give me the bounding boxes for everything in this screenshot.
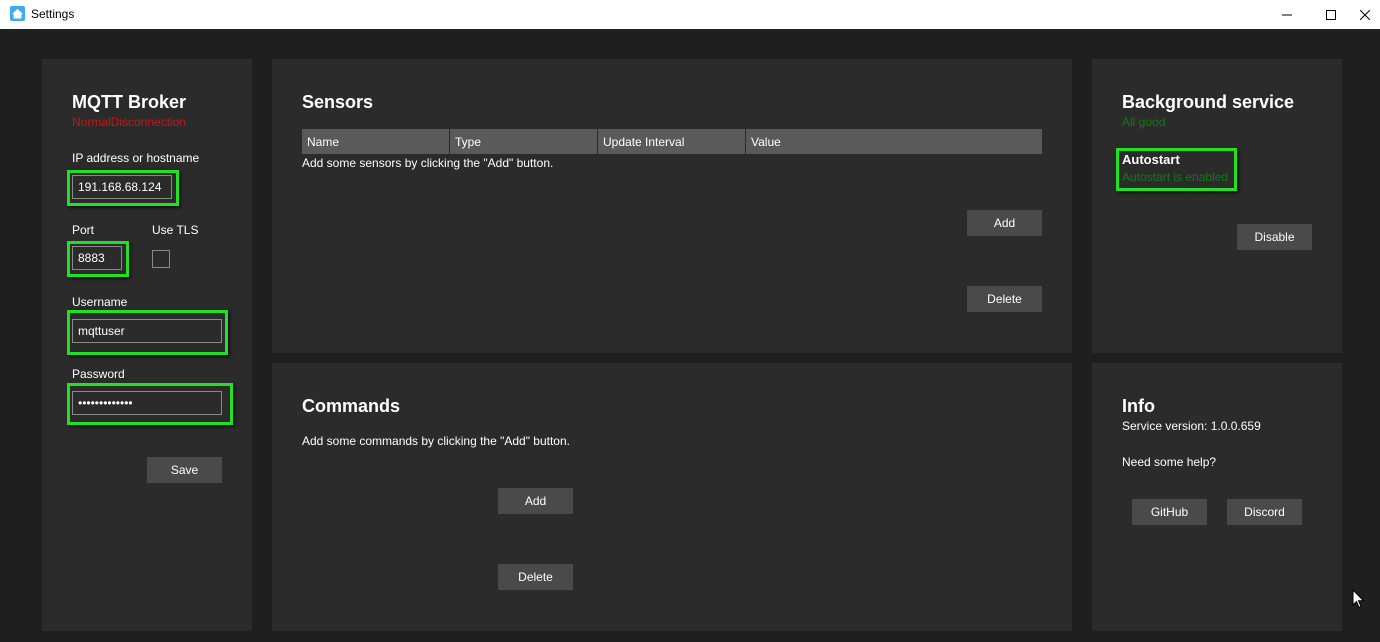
port-input[interactable]: 8883 — [72, 246, 122, 270]
close-icon — [1360, 9, 1370, 20]
github-button[interactable]: GitHub — [1132, 499, 1207, 525]
settings-client-area: MQTT Broker NormalDisconnection IP addre… — [2, 29, 1380, 642]
title-bar: Settings — [0, 0, 1380, 29]
minimize-icon — [1282, 14, 1292, 15]
password-input[interactable]: ••••••••••••• — [72, 391, 222, 415]
use-tls-checkbox[interactable] — [152, 250, 170, 268]
commands-add-button[interactable]: Add — [498, 488, 573, 514]
mqtt-broker-panel: MQTT Broker NormalDisconnection IP addre… — [42, 59, 252, 631]
username-label: Username — [72, 295, 128, 309]
column-name[interactable]: Name — [302, 129, 450, 154]
commands-panel: Commands Add some commands by clicking t… — [272, 363, 1072, 631]
sensors-add-button[interactable]: Add — [967, 210, 1042, 236]
username-input[interactable]: mqttuser — [72, 319, 222, 343]
house-icon — [10, 6, 25, 21]
autostart-status: Autostart is enabled — [1122, 170, 1229, 184]
commands-empty-message: Add some commands by clicking the "Add" … — [302, 434, 570, 448]
mqtt-status: NormalDisconnection — [72, 115, 187, 129]
background-service-panel: Background service All good Autostart Au… — [1092, 59, 1342, 353]
window-title: Settings — [31, 7, 75, 21]
maximize-icon — [1326, 9, 1336, 20]
maximize-button[interactable] — [1308, 0, 1354, 29]
mouse-cursor-icon — [1352, 589, 1365, 609]
sensors-heading: Sensors — [302, 92, 374, 112]
sensors-table-header: Name Type Update Interval Value — [302, 129, 1042, 154]
disable-button[interactable]: Disable — [1237, 224, 1312, 250]
help-text: Need some help? — [1122, 455, 1217, 469]
autostart-label: Autostart — [1122, 152, 1180, 167]
close-button[interactable] — [1350, 0, 1380, 29]
commands-heading: Commands — [302, 396, 401, 416]
sensors-empty-message: Add some sensors by clicking the "Add" b… — [302, 156, 554, 170]
info-heading: Info — [1122, 396, 1155, 416]
password-label: Password — [72, 367, 125, 381]
mqtt-heading: MQTT Broker — [72, 92, 187, 112]
sensors-panel: Sensors Name Type Update Interval Value … — [272, 59, 1072, 353]
background-heading: Background service — [1122, 92, 1295, 112]
column-update-interval[interactable]: Update Interval — [598, 129, 746, 154]
save-button[interactable]: Save — [147, 457, 222, 483]
discord-button[interactable]: Discord — [1227, 499, 1302, 525]
minimize-button[interactable] — [1264, 0, 1310, 29]
port-label: Port — [72, 223, 95, 237]
info-panel: Info Service version: 1.0.0.659 Need som… — [1092, 363, 1342, 631]
service-version: Service version: 1.0.0.659 — [1122, 419, 1261, 433]
host-label: IP address or hostname — [72, 151, 200, 165]
column-type[interactable]: Type — [450, 129, 598, 154]
sensors-delete-button[interactable]: Delete — [967, 286, 1042, 312]
column-value[interactable]: Value — [746, 129, 1042, 154]
host-input[interactable]: 191.168.68.124 — [72, 175, 172, 199]
tls-label: Use TLS — [152, 223, 199, 237]
commands-delete-button[interactable]: Delete — [498, 564, 573, 590]
background-status: All good — [1122, 115, 1166, 129]
